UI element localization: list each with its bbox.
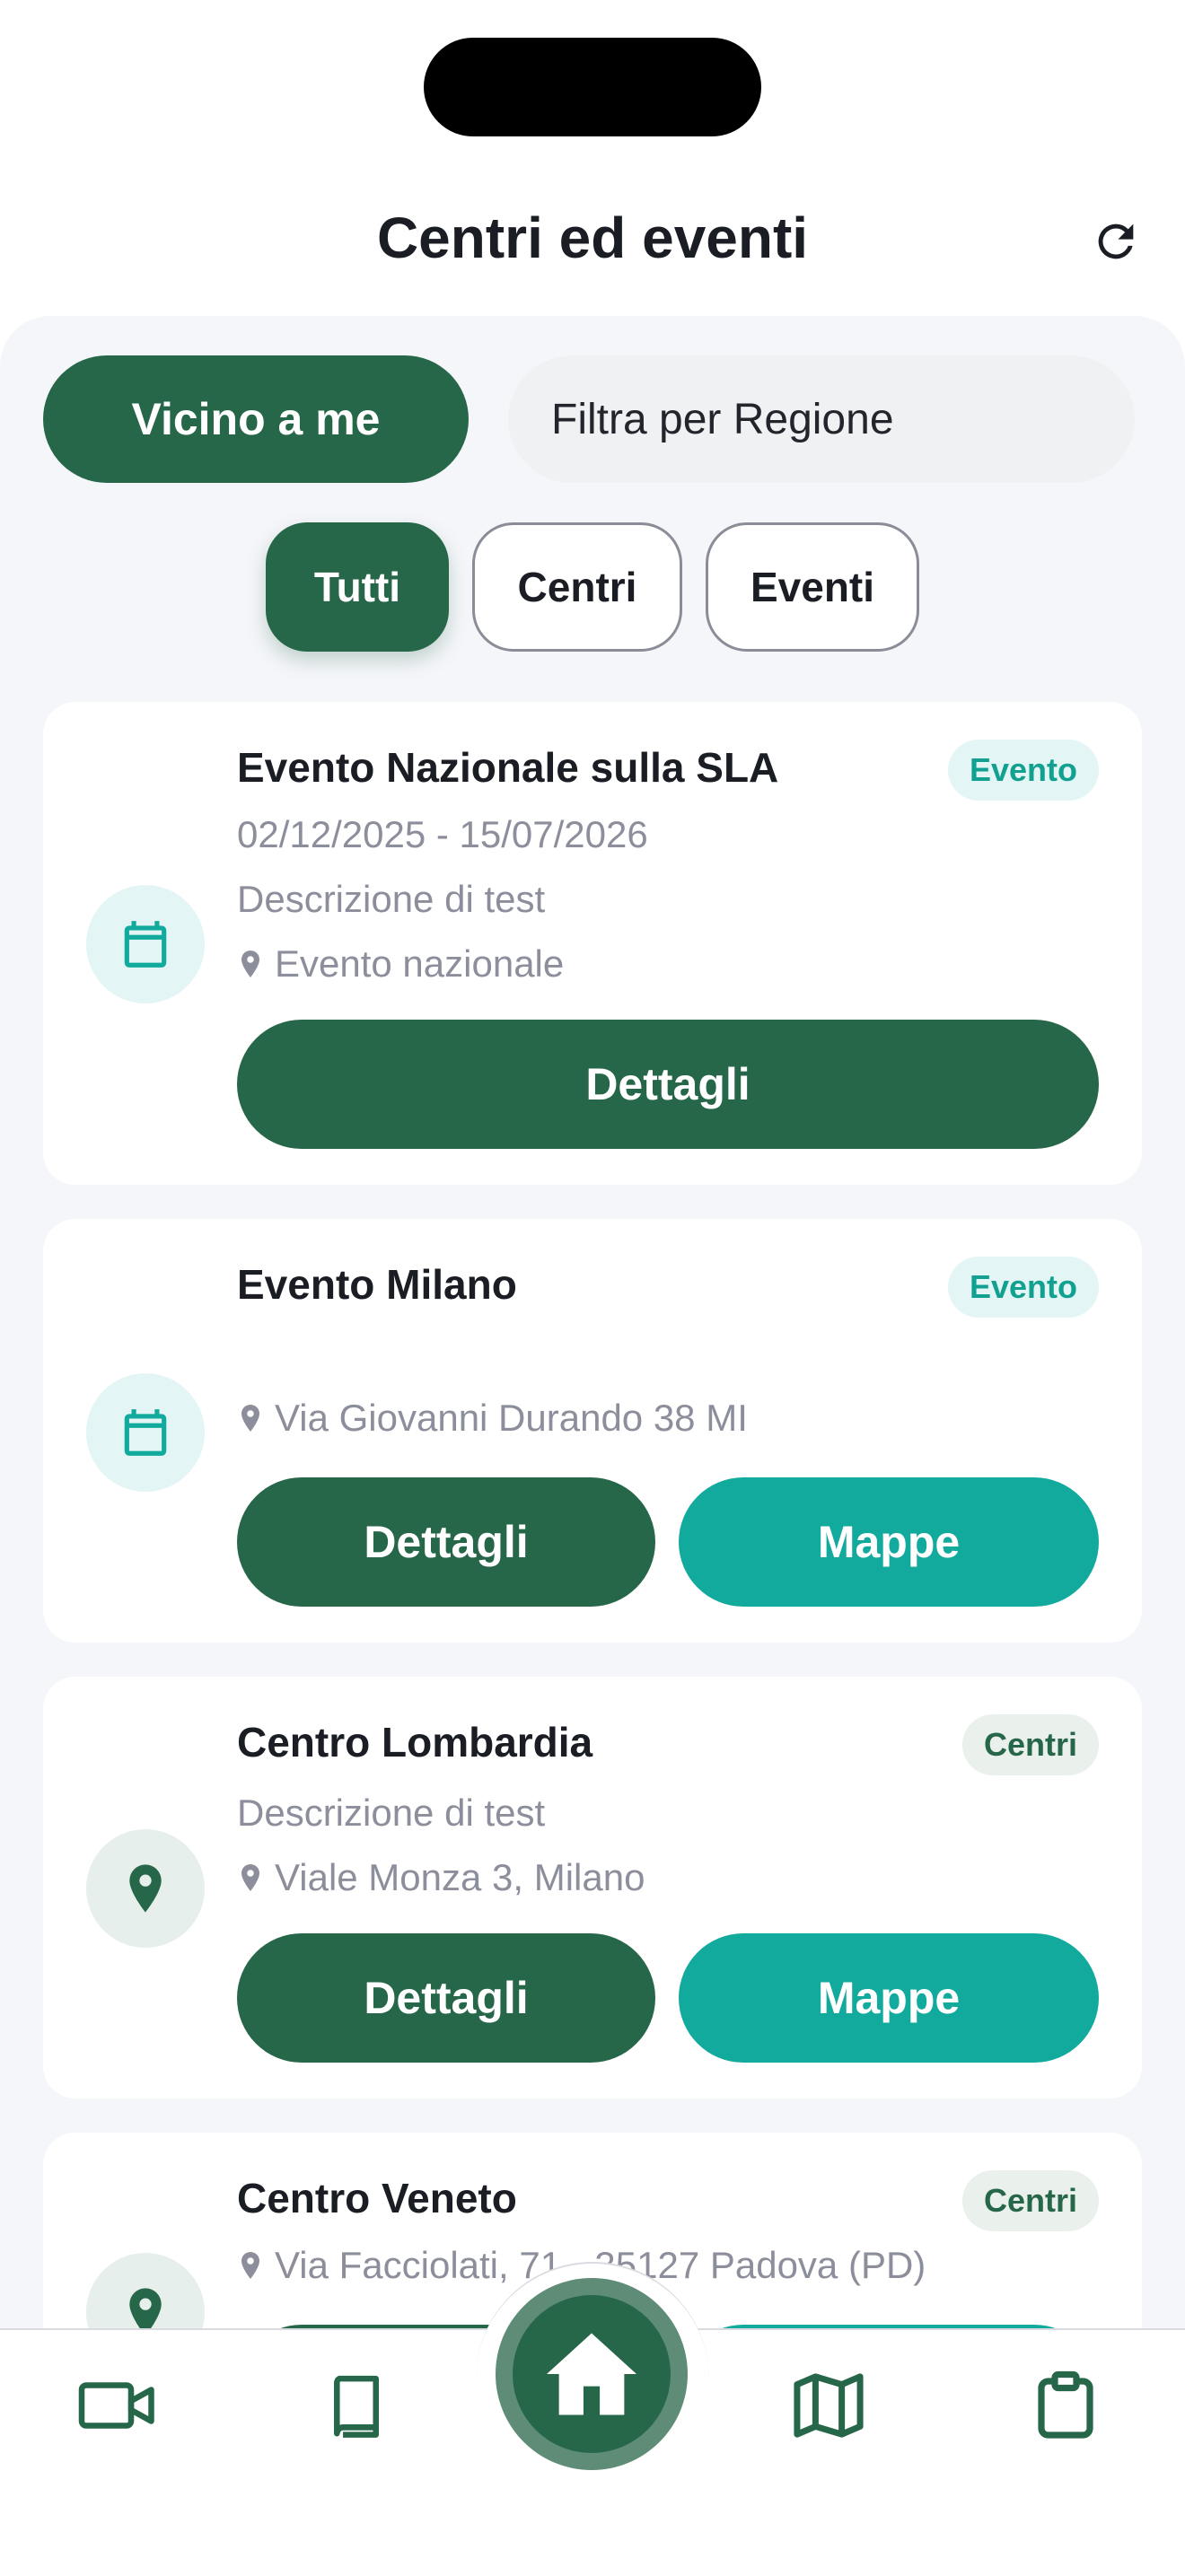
home-button[interactable] [496,2278,688,2470]
book-icon[interactable] [316,2370,397,2441]
map-icon[interactable] [788,2370,869,2441]
card-title: Centro Lombardia [237,1719,593,1766]
type-badge: Centri [961,2170,1099,2231]
type-badge: Evento [947,1257,1099,1318]
event-card: Evento Nazionale sulla SLA Evento 02/12/… [43,702,1142,1185]
near-me-button[interactable]: Vicino a me [43,355,469,483]
type-badge: Evento [947,740,1099,801]
chip-eventi[interactable]: Eventi [706,522,919,652]
video-camera-icon[interactable] [77,2370,158,2441]
chip-centri[interactable]: Centri [472,522,682,652]
clipboard-icon[interactable] [1025,2370,1106,2441]
location-text: Evento nazionale [275,942,565,985]
location-text: Viale Monza 3, Milano [275,1856,645,1898]
maps-button[interactable]: Mappe [679,1477,1099,1607]
details-button[interactable]: Dettagli [237,1020,1099,1149]
calendar-icon [86,885,205,1003]
card-location: Evento nazionale [237,942,564,986]
page-title: Centri ed eventi [376,206,809,270]
card-location: Via Giovanni Durando 38 MI [237,1397,748,1440]
card-description: Descrizione di test [237,1792,546,1834]
camera-notch [424,38,761,136]
card-location: Viale Monza 3, Milano [237,1856,645,1899]
calendar-icon [86,1373,205,1492]
location-text: Via Giovanni Durando 38 MI [275,1397,748,1439]
type-badge: Centri [961,1714,1099,1775]
chip-tutti[interactable]: Tutti [266,522,449,652]
details-button[interactable]: Dettagli [237,1477,655,1607]
home-icon [513,2295,671,2453]
map-pin-icon [241,951,259,977]
map-pin-icon [241,2252,259,2279]
map-pin-icon [241,1405,259,1432]
card-description: Descrizione di test [237,878,546,920]
map-pin-icon [86,1829,205,1948]
card-title: Evento Nazionale sulla SLA [237,744,779,791]
region-filter-input[interactable]: Filtra per Regione [508,355,1135,483]
map-pin-icon [241,1864,259,1891]
center-card: Centro Lombardia Centri Descrizione di t… [43,1677,1142,2098]
event-dates: 02/12/2025 - 15/07/2026 [237,813,648,855]
card-title: Evento Milano [237,1261,517,1308]
maps-button[interactable]: Mappe [679,1933,1099,2063]
card-title: Centro Veneto [237,2175,517,2221]
refresh-icon[interactable] [1090,215,1142,267]
details-button[interactable]: Dettagli [237,1933,655,2063]
event-card: Evento Milano Evento Via Giovanni Durand… [43,1219,1142,1643]
